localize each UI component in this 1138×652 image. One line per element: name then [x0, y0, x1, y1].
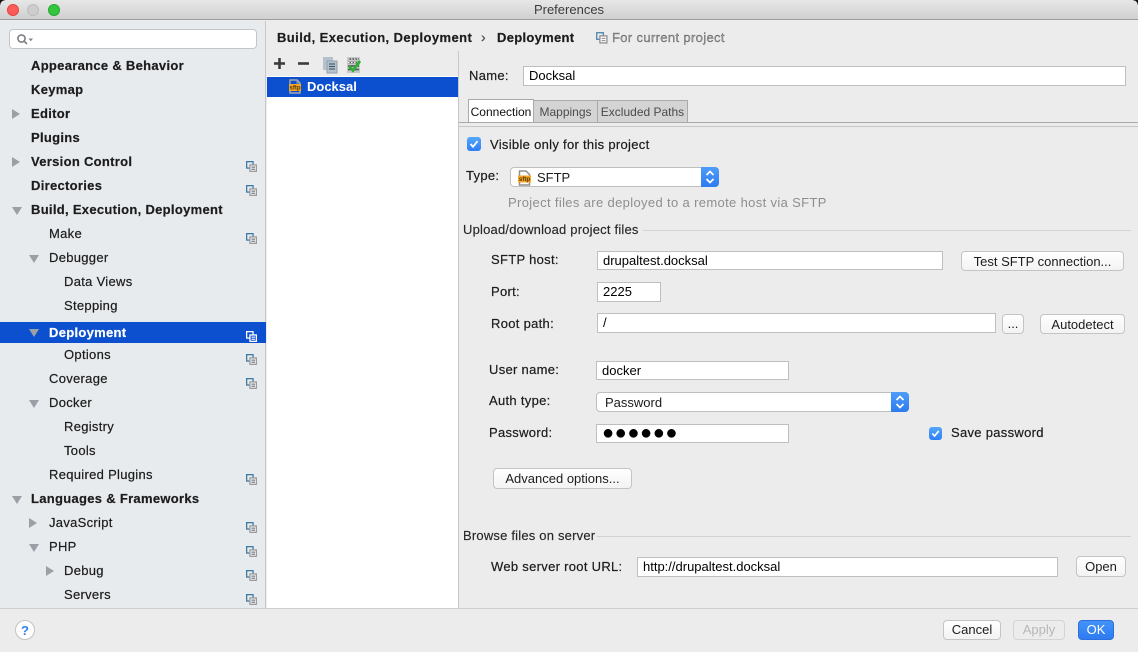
svg-text:sftp: sftp [519, 176, 531, 183]
svg-text:sftp: sftp [290, 85, 301, 91]
